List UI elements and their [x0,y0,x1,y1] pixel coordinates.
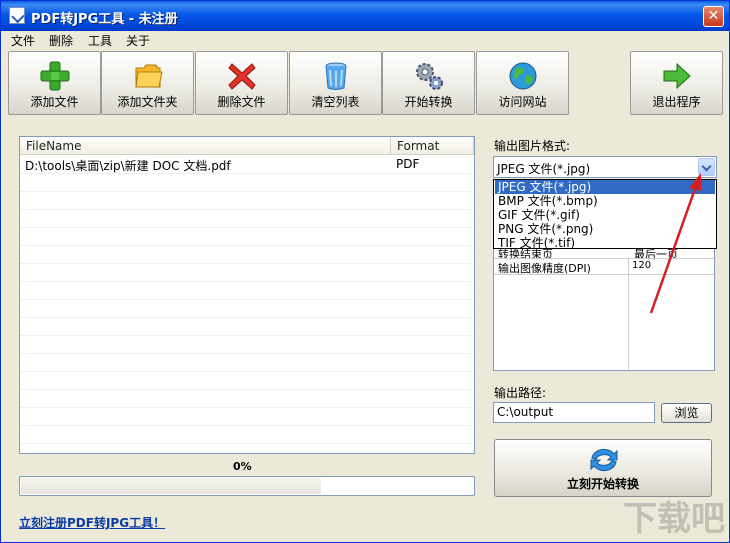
format-option-bmp[interactable]: BMP 文件(*.bmp) [495,194,715,208]
app-icon [9,7,25,24]
output-format-select[interactable]: JPEG 文件(*.jpg) [493,156,717,178]
start-convert-label: 开始转换 [404,95,453,109]
delete-x-icon [228,63,256,90]
add-folder-label: 添加文件夹 [117,95,178,109]
close-button[interactable]: ✕ [703,6,724,27]
format-option-gif[interactable]: GIF 文件(*.gif) [495,208,715,222]
menu-tools[interactable]: 工具 [88,32,112,49]
clear-list-button[interactable]: 清空列表 [289,51,382,115]
add-file-label: 添加文件 [30,95,79,109]
output-path-label: 输出路径: [494,386,547,400]
window-title: PDF转JPG工具 - 未注册 [31,12,178,27]
start-convert-button[interactable]: 开始转换 [382,51,475,115]
watermark: 下载吧 [623,499,725,539]
menu-bar: 文件 删除 工具 关于 [1,31,729,49]
title-bar: PDF转JPG工具 - 未注册 ✕ [1,1,729,31]
menu-delete[interactable]: 删除 [49,32,73,49]
exit-button[interactable]: 退出程序 [630,51,723,115]
app-window: PDF转JPG工具 - 未注册 ✕ 文件 删除 工具 关于 添加文件 添加文件夹… [0,0,730,543]
trash-bin-icon [325,62,347,90]
format-option-tif[interactable]: TIF 文件(*.tif) [495,236,715,250]
arrow-right-icon [663,62,691,90]
format-option-jpeg[interactable]: JPEG 文件(*.jpg) [495,180,715,194]
menu-about[interactable]: 关于 [126,32,150,49]
delete-file-label: 删除文件 [217,95,266,109]
visit-site-label: 访问网站 [498,95,547,109]
convert-now-button[interactable]: 立刻开始转换 [494,439,712,497]
file-list[interactable]: FileName Format D:\tools\桌面\zip\新建 DOC 文… [19,136,475,454]
clear-list-label: 清空列表 [311,95,360,109]
progress-bar [19,476,475,496]
output-format-value: JPEG 文件(*.jpg) [497,162,591,176]
progress-track [21,478,321,494]
setting-dpi-value[interactable]: 120 [632,260,651,271]
gears-icon [416,63,443,90]
menu-file[interactable]: 文件 [11,32,35,49]
visit-site-button[interactable]: 访问网站 [476,51,569,115]
browse-button[interactable]: 浏览 [661,403,712,423]
row-format: PDF [396,157,420,171]
chevron-down-icon[interactable] [698,158,715,176]
convert-now-label: 立刻开始转换 [566,477,639,491]
register-link[interactable]: 立刻注册PDF转JPG工具！ [19,514,165,531]
format-dropdown-list[interactable]: JPEG 文件(*.jpg) BMP 文件(*.bmp) GIF 文件(*.gi… [493,179,717,250]
output-path-input[interactable]: C:\output [493,402,655,423]
format-option-png[interactable]: PNG 文件(*.png) [495,222,715,236]
globe-icon [509,62,537,90]
add-file-button[interactable]: 添加文件 [8,51,101,115]
add-folder-button[interactable]: 添加文件夹 [101,51,194,115]
folder-icon [135,64,163,88]
exit-label: 退出程序 [652,95,701,109]
row-filename: D:\tools\桌面\zip\新建 DOC 文档.pdf [25,159,231,173]
output-format-label: 输出图片格式: [494,139,571,153]
add-plus-icon [40,61,70,91]
column-format[interactable]: Format [391,137,474,155]
refresh-icon [590,448,618,472]
column-filename[interactable]: FileName [20,137,391,155]
progress-percent: 0% [233,460,252,473]
delete-file-button[interactable]: 删除文件 [195,51,288,115]
